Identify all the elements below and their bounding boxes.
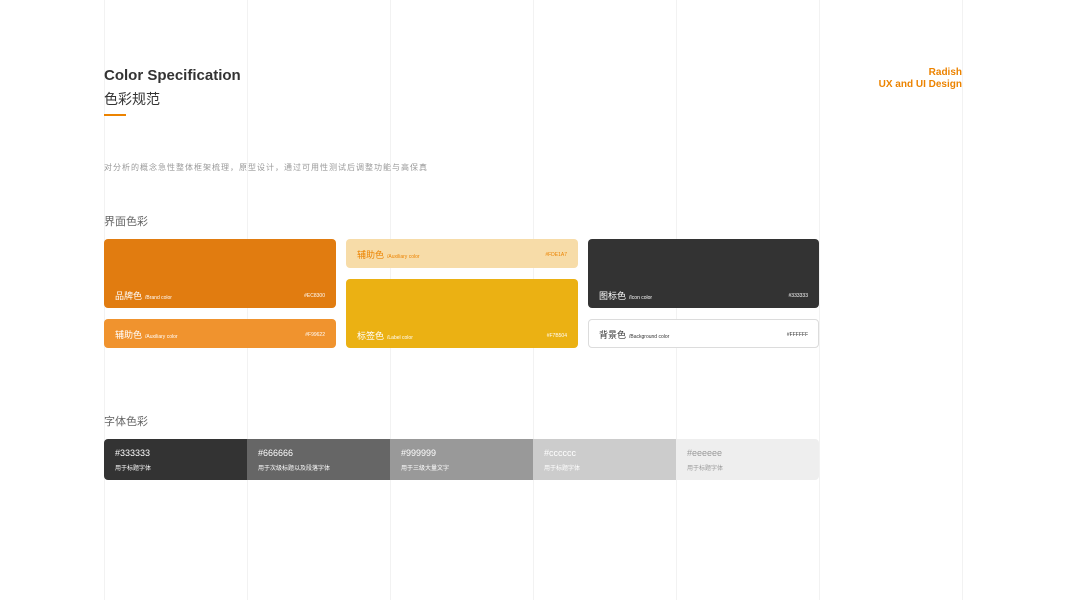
font-color-hex: #666666 bbox=[258, 448, 294, 458]
swatch-hex: #F99622 bbox=[305, 332, 325, 338]
font-color-usage: 用于标题字体 bbox=[115, 466, 152, 472]
swatch-label: 辅助色/Auxiliary color bbox=[115, 328, 178, 341]
swatch-label: 标签色/Label color bbox=[357, 329, 413, 342]
swatch-label-color: 标签色/Label color #F7B504 bbox=[346, 279, 578, 348]
page-subtitle: 色彩规范 bbox=[104, 91, 160, 107]
swatch-label: 图标色/Icon color bbox=[599, 289, 652, 302]
font-color-swatch: #999999 用于三级大量文字 bbox=[390, 439, 533, 480]
swatch-name: 品牌色 bbox=[115, 291, 143, 301]
brand-tagline: UX and UI Design bbox=[878, 79, 962, 90]
swatch-name: 辅助色 bbox=[115, 330, 143, 340]
swatch-name: 标签色 bbox=[357, 331, 385, 341]
brand-block: Radish UX and UI Design bbox=[879, 67, 962, 91]
page-description: 对分析的概念急性整体框架梳理，原型设计，通过可用性测试后调整功能与高保真 bbox=[104, 163, 428, 172]
font-color-swatch: #666666 用于次级标题以及段落字体 bbox=[247, 439, 390, 480]
page-title: Color Specification bbox=[104, 67, 241, 84]
swatch-hex: #F7B504 bbox=[546, 333, 567, 339]
font-color-hex: #999999 bbox=[401, 448, 437, 458]
font-color-hex: #333333 bbox=[115, 448, 151, 458]
swatch-auxiliary-color-2: 辅助色/Auxiliary color #FDE1A7 bbox=[346, 239, 578, 268]
font-color-hex: #cccccc bbox=[544, 448, 577, 458]
swatch-english-name: /Background color bbox=[629, 334, 670, 340]
swatch-brand-color: 品牌色/Brand color #EC8300 bbox=[104, 239, 336, 308]
grid-guide bbox=[819, 0, 820, 600]
swatch-english-name: /Auxiliary color bbox=[387, 254, 420, 260]
font-color-hex: #eeeeee bbox=[687, 448, 723, 458]
section-title-interface-colors: 界面色彩 bbox=[104, 216, 148, 228]
swatch-hex: #FDE1A7 bbox=[545, 252, 567, 258]
swatch-hex: #FFFFFF bbox=[786, 332, 808, 338]
swatch-hex: #EC8300 bbox=[304, 293, 325, 299]
font-color-swatch: #333333 用于标题字体 bbox=[104, 439, 247, 480]
swatch-name: 辅助色 bbox=[357, 250, 385, 260]
font-color-usage: 用于三级大量文字 bbox=[401, 466, 450, 472]
font-color-usage: 用于次级标题以及段落字体 bbox=[258, 466, 331, 472]
swatch-label: 背景色/Background color bbox=[599, 328, 669, 341]
font-color-swatch: #eeeeee 用于标题字体 bbox=[676, 439, 819, 480]
font-color-usage: 用于标题字体 bbox=[544, 466, 581, 472]
swatch-english-name: /Brand color bbox=[145, 295, 172, 301]
swatch-auxiliary-color-1: 辅助色/Auxiliary color #F99622 bbox=[104, 319, 336, 348]
section-title-font-colors: 字体色彩 bbox=[104, 416, 148, 428]
swatch-icon-color: 图标色/Icon color #333333 bbox=[588, 239, 819, 308]
font-color-strip: #333333 用于标题字体 #666666 用于次级标题以及段落字体 #999… bbox=[104, 439, 819, 480]
swatch-label: 辅助色/Auxiliary color bbox=[357, 248, 420, 261]
title-underline bbox=[104, 114, 126, 116]
font-color-swatch: #cccccc 用于标题字体 bbox=[533, 439, 676, 480]
swatch-english-name: /Label color bbox=[387, 335, 413, 341]
swatch-label: 品牌色/Brand color bbox=[115, 289, 172, 302]
swatch-background-color: 背景色/Background color #FFFFFF bbox=[588, 319, 819, 348]
swatch-english-name: /Auxiliary color bbox=[145, 334, 178, 340]
font-color-usage: 用于标题字体 bbox=[687, 466, 724, 472]
brand-name: Radish bbox=[928, 67, 962, 78]
swatch-name: 图标色 bbox=[599, 291, 627, 301]
grid-guide bbox=[962, 0, 963, 600]
swatch-hex: #333333 bbox=[788, 293, 808, 299]
swatch-name: 背景色 bbox=[599, 330, 627, 340]
swatch-english-name: /Icon color bbox=[629, 295, 653, 301]
